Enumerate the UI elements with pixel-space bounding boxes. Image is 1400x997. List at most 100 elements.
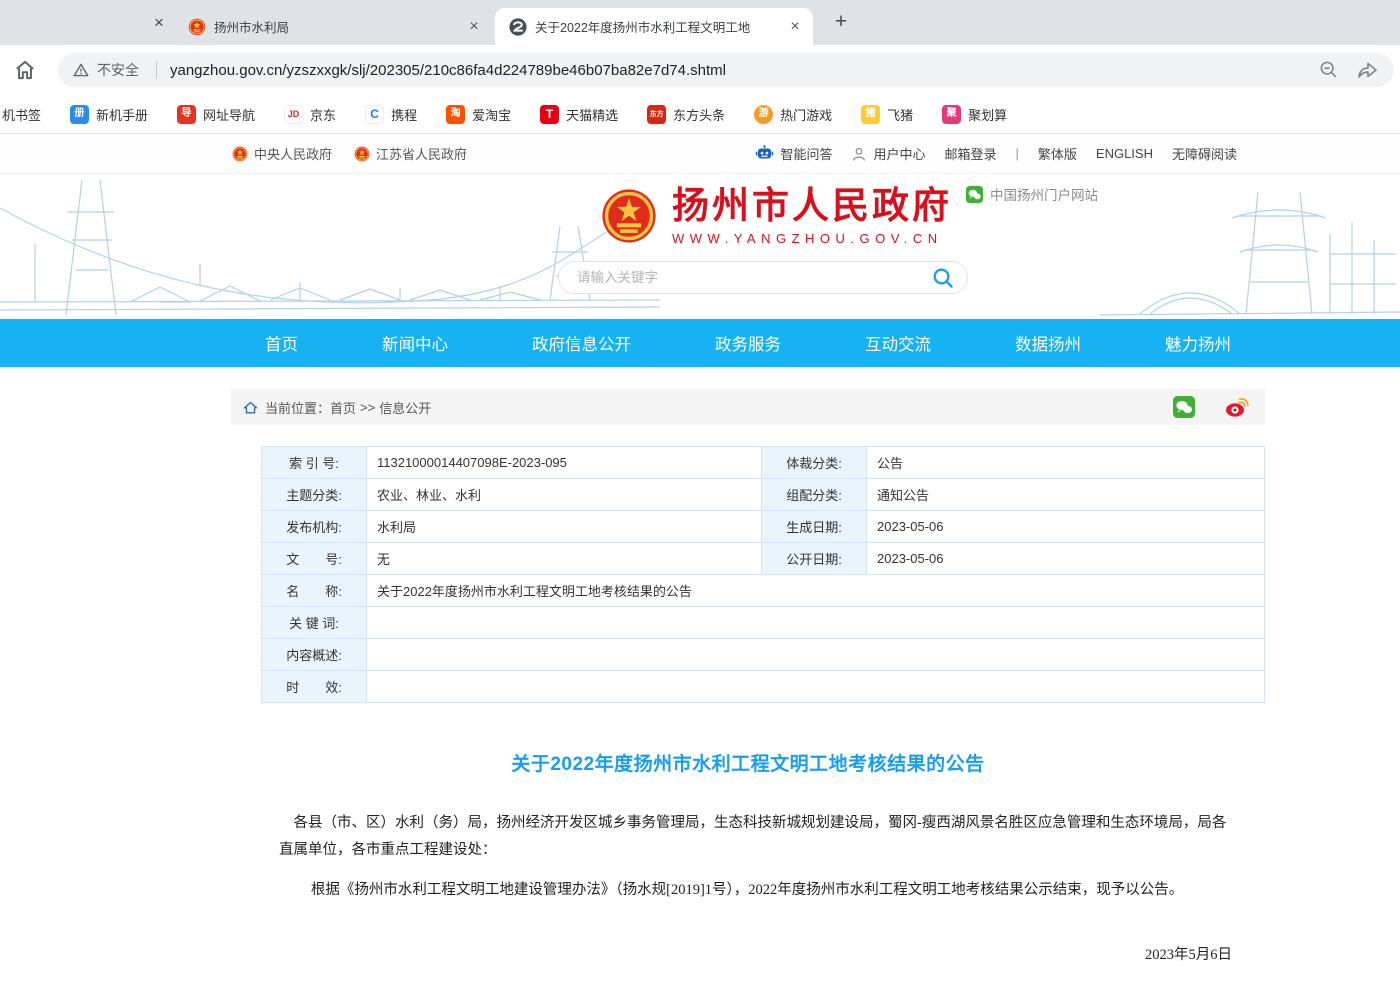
article: 关于2022年度扬州市水利工程文明工地考核结果的公告 各县（市、区）水利（务）局… xyxy=(231,749,1265,997)
omnibox-divider xyxy=(156,61,157,79)
link-label: ENGLISH xyxy=(1096,146,1153,161)
taobao-icon: 淘 xyxy=(446,105,465,124)
meta-value: 水利局 xyxy=(367,511,762,543)
meta-label: 生成日期: xyxy=(762,511,867,543)
bookmark-ctrip[interactable]: C 携程 xyxy=(365,105,417,124)
link-accessibility[interactable]: 无障碍阅读 xyxy=(1172,144,1237,163)
bookmark-label: 热门游戏 xyxy=(780,105,832,124)
tab-title: 关于2022年度扬州市水利工程文明工地 xyxy=(535,17,785,36)
link-user-center[interactable]: 用户中心 xyxy=(851,144,925,163)
table-row: 内容概述: xyxy=(262,639,1265,671)
utility-divider: | xyxy=(1016,146,1019,161)
gov-emblem-icon xyxy=(188,18,206,36)
page-viewport: 中央人民政府 江苏省人民政府 智能问答 xyxy=(0,133,1400,997)
nav-item-interaction[interactable]: 互动交流 xyxy=(865,331,931,355)
meta-value: 无 xyxy=(367,543,762,575)
bookmark-url-navigation[interactable]: 导 网址导航 xyxy=(177,105,255,124)
warning-icon xyxy=(72,61,90,79)
bookmark-label: 携程 xyxy=(391,105,417,124)
link-label: 用户中心 xyxy=(873,144,925,163)
url-omnibox[interactable]: 不安全 yangzhou.gov.cn/yzszxxgk/slj/202305/… xyxy=(58,53,1394,87)
tab2-close-icon[interactable]: × xyxy=(464,17,484,37)
breadcrumb-home-link[interactable]: 首页 xyxy=(330,398,356,417)
gov-emblem-icon xyxy=(354,146,370,162)
tab3-close-icon[interactable]: × xyxy=(785,17,805,37)
tab1-close-icon[interactable]: × xyxy=(148,12,170,34)
meta-label: 关 键 词: xyxy=(262,607,367,639)
link-traditional-chinese[interactable]: 繁体版 xyxy=(1038,144,1077,163)
share-icon[interactable] xyxy=(1356,59,1380,81)
bookmark-jd[interactable]: JD 京东 xyxy=(284,105,336,124)
national-emblem-icon xyxy=(600,187,658,245)
table-row: 关 键 词: xyxy=(262,607,1265,639)
bookmark-hot-games[interactable]: 游 热门游戏 xyxy=(754,105,832,124)
ctrip-icon: C xyxy=(365,105,384,124)
zoom-out-icon[interactable] xyxy=(1318,59,1340,81)
link-smart-qa[interactable]: 智能问答 xyxy=(755,144,832,163)
nav-item-charm-yangzhou[interactable]: 魅力扬州 xyxy=(1165,331,1231,355)
meta-label: 索 引 号: xyxy=(262,447,367,479)
breadcrumb-current[interactable]: 信息公开 xyxy=(379,398,431,417)
tab-title: 扬州市水利局 xyxy=(214,17,464,36)
article-paragraph: 各县（市、区）水利（务）局，扬州经济开发区城乡事务管理局，生态科技新城规划建设局… xyxy=(279,810,1232,864)
table-row: 时 效: xyxy=(262,671,1265,703)
bookmark-aitaobao[interactable]: 淘 爱淘宝 xyxy=(446,105,511,124)
breadcrumb: 当前位置： 首页 >> 信息公开 xyxy=(231,389,1265,425)
link-jiangsu-government[interactable]: 江苏省人民政府 xyxy=(354,144,467,163)
wechat-share-icon[interactable] xyxy=(1173,396,1195,418)
meta-value: 2023-05-06 xyxy=(867,511,1265,543)
meta-value xyxy=(367,639,1265,671)
nav-item-home[interactable]: 首页 xyxy=(265,331,298,355)
table-row: 主题分类: 农业、林业、水利 组配分类: 通知公告 xyxy=(262,479,1265,511)
nav-item-news[interactable]: 新闻中心 xyxy=(382,331,448,355)
bookmark-label: 机书签 xyxy=(2,105,41,124)
meta-label: 内容概述: xyxy=(262,639,367,671)
home-icon xyxy=(243,400,258,415)
gov-emblem-icon xyxy=(232,146,248,162)
bookmark-new-phone-manual[interactable]: 册 新机手册 xyxy=(70,105,148,124)
jd-icon: JD xyxy=(284,105,303,124)
link-english[interactable]: ENGLISH xyxy=(1096,146,1153,161)
page-content: 当前位置： 首页 >> 信息公开 索 引 号: 1132100001440709… xyxy=(231,389,1265,997)
bookmark-juhuasuan[interactable]: 聚 聚划算 xyxy=(942,105,1007,124)
link-mail-login[interactable]: 邮箱登录 xyxy=(944,144,996,163)
link-label: 繁体版 xyxy=(1038,144,1077,163)
site-logo[interactable]: 扬州市人民政府 WWW.YANGZHOU.GOV.CN xyxy=(600,187,952,246)
bookmark-eastday[interactable]: 东方 东方头条 xyxy=(647,105,725,124)
new-tab-button[interactable]: + xyxy=(828,10,854,36)
nav-item-data-yangzhou[interactable]: 数据扬州 xyxy=(1015,331,1081,355)
link-central-government[interactable]: 中央人民政府 xyxy=(232,144,332,163)
url-text[interactable]: yangzhou.gov.cn/yzszxxgk/slj/202305/210c… xyxy=(170,62,1306,79)
nav-item-services[interactable]: 政务服务 xyxy=(715,331,781,355)
meta-label: 发布机构: xyxy=(262,511,367,543)
tab-announcement-active[interactable]: 关于2022年度扬州市水利工程文明工地 × xyxy=(495,8,813,45)
browser-tab-bar: × 扬州市水利局 × 关于2022年度扬州市水利工程文明工地 × + xyxy=(0,0,1400,45)
security-label[interactable]: 不安全 xyxy=(97,60,139,80)
bookmark-label: 聚划算 xyxy=(968,105,1007,124)
portal-link[interactable]: 中国扬州门户网站 xyxy=(966,184,1098,204)
bookmark-label: 爱淘宝 xyxy=(472,105,511,124)
meta-label: 主题分类: xyxy=(262,479,367,511)
nav-item-info-disclosure[interactable]: 政府信息公开 xyxy=(532,331,631,355)
meta-label: 组配分类: xyxy=(762,479,867,511)
meta-value xyxy=(367,607,1265,639)
bookmark-label: 东方头条 xyxy=(673,105,725,124)
eastday-icon: 东方 xyxy=(647,105,666,124)
browser-address-bar: 不安全 yangzhou.gov.cn/yzszxxgk/slj/202305/… xyxy=(0,45,1400,95)
weibo-share-icon[interactable] xyxy=(1225,396,1249,418)
home-icon[interactable] xyxy=(12,57,38,83)
search-input[interactable] xyxy=(577,270,931,285)
bookmark-fliggy[interactable]: 猪 飞猪 xyxy=(861,105,913,124)
table-row: 文 号: 无 公开日期: 2023-05-06 xyxy=(262,543,1265,575)
portal-label: 中国扬州门户网站 xyxy=(990,184,1098,204)
link-label: 江苏省人民政府 xyxy=(376,144,467,163)
meta-label: 文 号: xyxy=(262,543,367,575)
meta-value: 公告 xyxy=(867,447,1265,479)
browser-logo-icon xyxy=(509,18,527,36)
link-label: 中央人民政府 xyxy=(254,144,332,163)
bookmark-phone-bookmarks[interactable]: 机书签 xyxy=(2,105,41,124)
tab-yangzhou-water-bureau[interactable]: 扬州市水利局 × xyxy=(182,8,484,45)
search-icon[interactable] xyxy=(931,266,955,290)
utility-bar: 中央人民政府 江苏省人民政府 智能问答 xyxy=(0,134,1400,174)
bookmark-tmall[interactable]: T 天猫精选 xyxy=(540,105,618,124)
